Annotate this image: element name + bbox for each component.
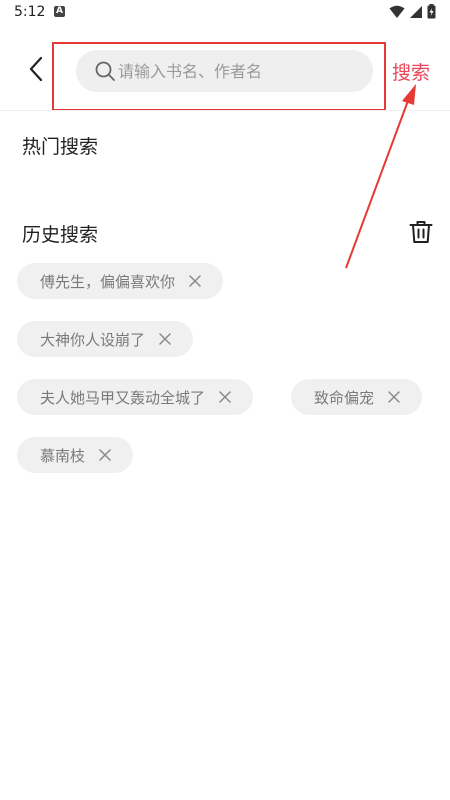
status-time: 5:12 [14,4,46,20]
status-icons [389,4,436,19]
close-icon[interactable] [219,391,231,403]
history-chip[interactable]: 夫人她马甲又轰动全城了 [17,379,254,415]
search-button[interactable]: 搜索 [392,58,430,85]
close-icon[interactable] [388,391,400,403]
close-icon[interactable] [99,449,111,461]
history-chip[interactable]: 大神你人设崩了 [17,321,194,357]
history-chip[interactable]: 致命偏宠 [291,379,423,415]
close-icon[interactable] [189,275,201,287]
search-input[interactable] [118,50,363,92]
trash-icon [409,221,433,243]
history-search-title: 历史搜索 [22,224,99,246]
clear-history-button[interactable] [408,219,434,245]
history-chip[interactable]: 慕南枝 [17,437,134,473]
wifi-icon [389,5,405,18]
signal-icon [410,5,422,18]
chevron-left-icon [29,56,43,82]
history-chip-label: 致命偏宠 [314,388,375,407]
search-box[interactable] [76,50,373,92]
status-bar: 5:12 A [0,0,450,26]
close-icon[interactable] [159,333,171,345]
back-button[interactable] [22,54,52,84]
header-divider [0,110,450,111]
history-chip-label: 慕南枝 [40,446,86,465]
notification-icon: A [54,6,65,17]
search-icon [95,61,115,81]
history-chip[interactable]: 傅先生，偏偏喜欢你 [17,263,224,299]
history-chip-label: 夫人她马甲又轰动全城了 [40,388,206,407]
history-chip-label: 大神你人设崩了 [40,330,146,349]
battery-icon [427,4,436,19]
hot-search-title: 热门搜索 [22,136,99,158]
search-header: 搜索 [0,26,450,111]
history-chip-label: 傅先生，偏偏喜欢你 [40,272,176,291]
